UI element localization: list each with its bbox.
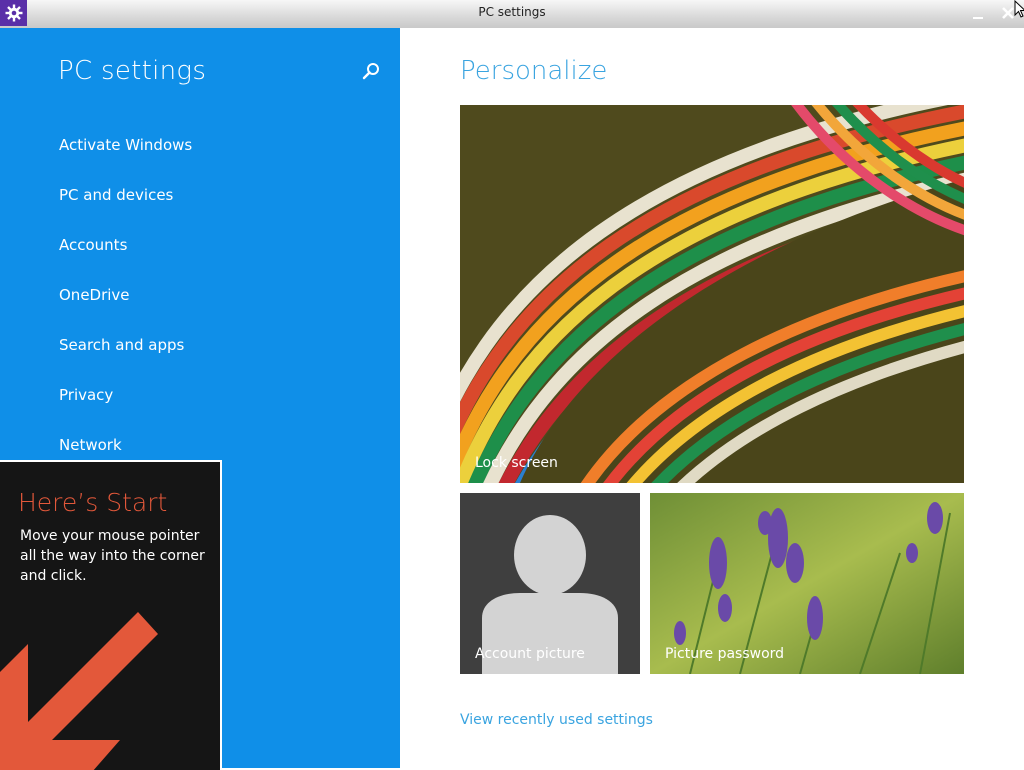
account-picture-tile[interactable]: Account picture	[460, 493, 640, 674]
section-title: Personalize	[460, 56, 608, 86]
arrow-down-left-icon	[0, 612, 158, 770]
lock-screen-label: Lock screen	[475, 455, 558, 471]
main-content: Personalize Lock screen Account picture …	[400, 28, 1024, 768]
search-button[interactable]	[360, 60, 382, 82]
sidebar-item-privacy[interactable]: Privacy	[59, 386, 113, 404]
minimize-icon	[973, 17, 983, 19]
search-icon	[362, 63, 379, 80]
sidebar-item-pc-and-devices[interactable]: PC and devices	[59, 186, 173, 204]
minimize-button[interactable]	[967, 3, 989, 23]
tip-title: Here’s Start	[18, 488, 168, 517]
sidebar-item-accounts[interactable]: Accounts	[59, 236, 127, 254]
start-tip-panel[interactable]: Here’s Start Move your mouse pointer all…	[0, 460, 222, 770]
picture-password-tile[interactable]: Picture password	[650, 493, 964, 674]
picture-password-label: Picture password	[665, 646, 785, 662]
sidebar-item-network[interactable]: Network	[59, 436, 122, 454]
cursor-icon	[1014, 0, 1024, 18]
page-title: PC settings	[58, 56, 207, 86]
tip-text: Move your mouse pointer all the way into…	[20, 528, 205, 584]
lock-screen-tile[interactable]: Lock screen	[460, 105, 964, 483]
sidebar-item-onedrive[interactable]: OneDrive	[59, 286, 130, 304]
view-recent-settings-link[interactable]: View recently used settings	[460, 712, 653, 728]
sidebar-item-search-and-apps[interactable]: Search and apps	[59, 336, 184, 354]
account-picture-label: Account picture	[475, 646, 585, 662]
window-title: PC settings	[478, 5, 546, 19]
sidebar-item-activate-windows[interactable]: Activate Windows	[59, 136, 192, 154]
title-bar: PC settings	[0, 0, 1024, 28]
lock-screen-image	[460, 105, 964, 483]
close-icon	[1002, 7, 1014, 19]
